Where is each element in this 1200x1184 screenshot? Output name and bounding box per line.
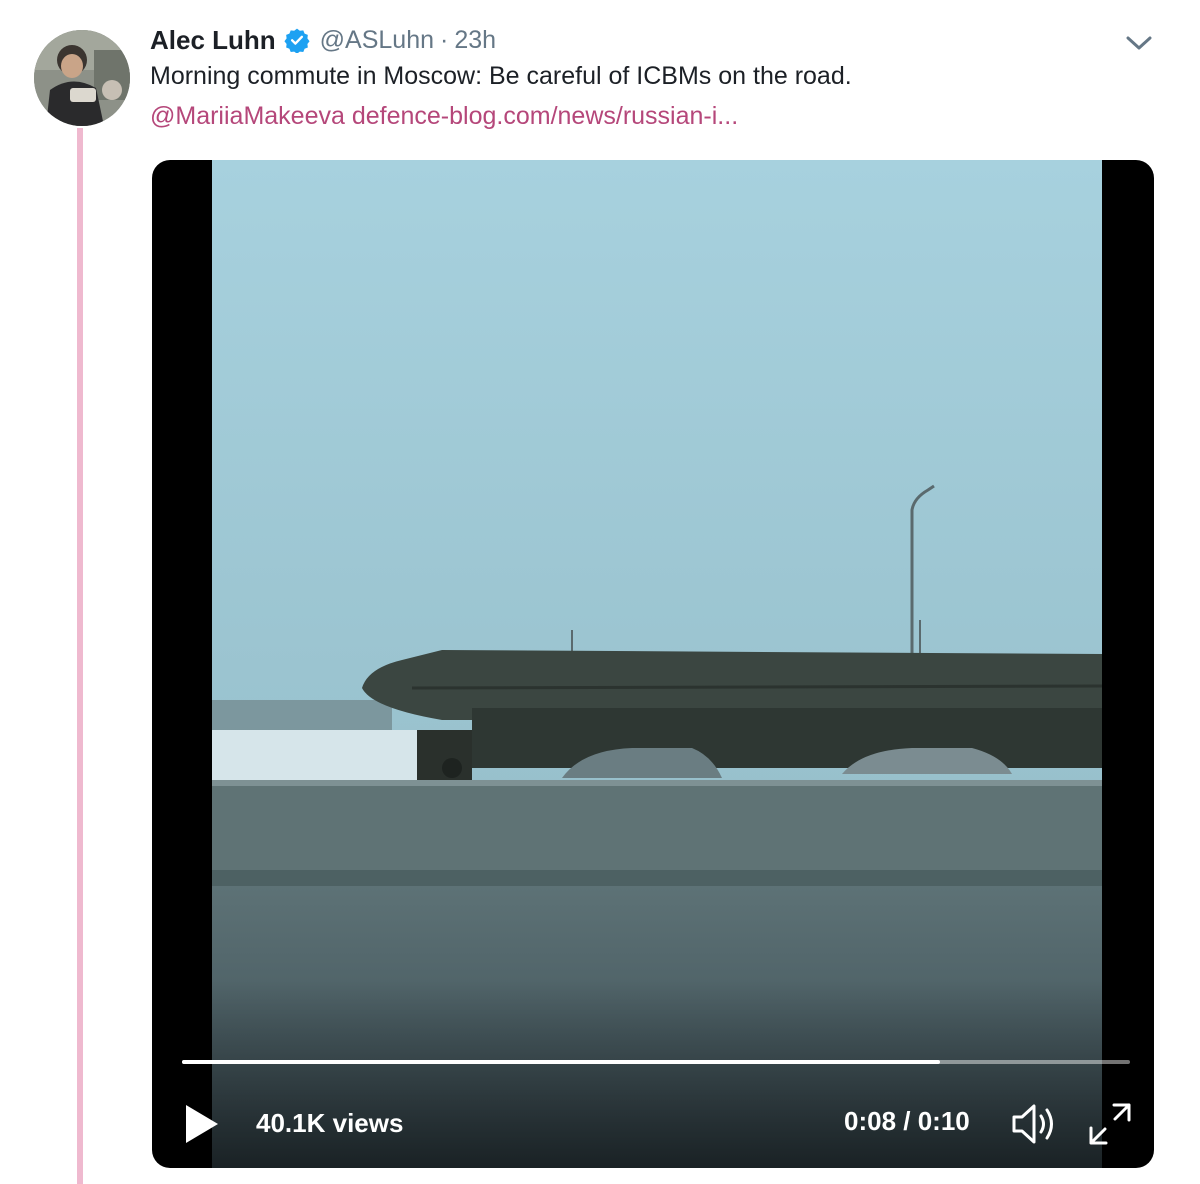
verified-badge-icon bbox=[284, 28, 310, 53]
tweet-header: Alec Luhn @ASLuhn · 23h bbox=[150, 20, 496, 60]
volume-icon[interactable] bbox=[1010, 1101, 1062, 1147]
chevron-down-icon[interactable] bbox=[1122, 30, 1156, 56]
video-frame bbox=[212, 160, 1102, 1168]
progress-bar[interactable] bbox=[182, 1060, 1130, 1064]
video-player[interactable]: 40.1K views 0:08 / 0:10 bbox=[152, 160, 1154, 1168]
mention-link[interactable]: @MariiaMakeeva bbox=[150, 102, 345, 130]
fullscreen-icon[interactable] bbox=[1086, 1100, 1134, 1148]
progress-bar-fill bbox=[182, 1060, 941, 1064]
author-handle[interactable]: @ASLuhn bbox=[320, 26, 434, 55]
avatar-photo bbox=[34, 30, 130, 126]
play-icon[interactable] bbox=[182, 1102, 222, 1146]
avatar[interactable] bbox=[34, 30, 130, 126]
view-count: 40.1K views bbox=[256, 1108, 404, 1138]
header-separator: · bbox=[440, 25, 449, 54]
thread-line bbox=[77, 128, 83, 1184]
tweet-text: Morning commute in Moscow: Be careful of… bbox=[150, 62, 852, 90]
url-link[interactable]: defence-blog.com/news/russian-i... bbox=[352, 102, 738, 130]
tweet-links: @MariiaMakeeva defence-blog.com/news/rus… bbox=[150, 102, 738, 131]
video-time: 0:08 / 0:10 bbox=[844, 1106, 970, 1136]
tweet-timestamp[interactable]: 23h bbox=[454, 26, 496, 55]
author-name[interactable]: Alec Luhn bbox=[150, 25, 276, 56]
